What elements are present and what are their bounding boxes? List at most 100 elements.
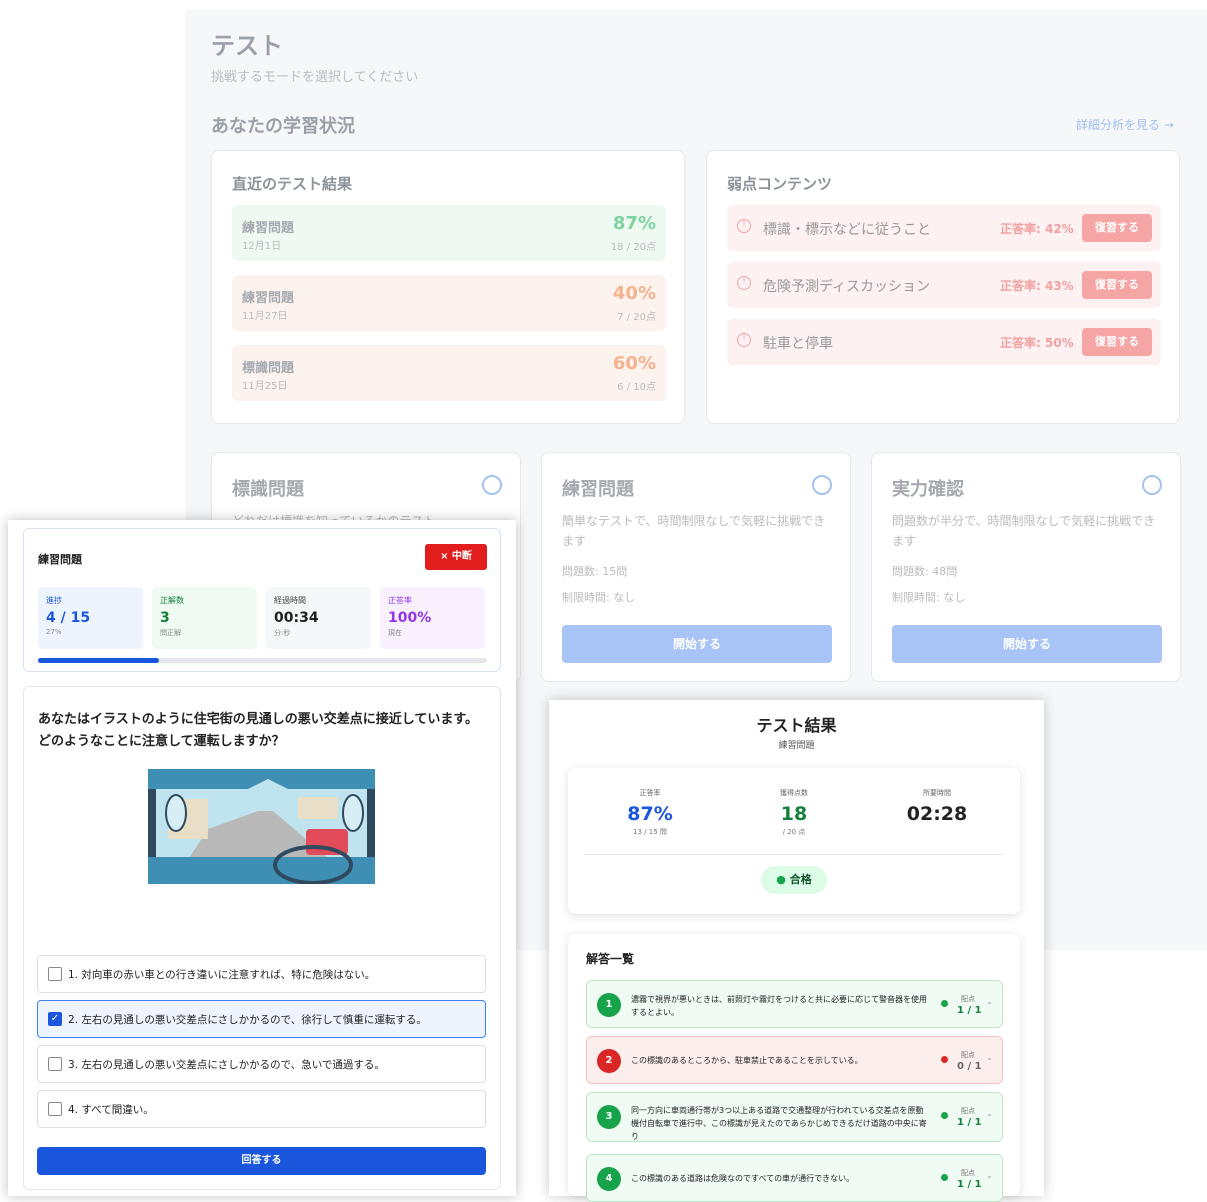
answer-item[interactable]: 3 同一方向に車両通行帯が3つ以上ある道路で交通整理が行われている交差点を原動機… [586,1092,1003,1142]
answer-text: この標識のある道路は危険なのですべての車が通行できない。 [631,1174,855,1183]
correct-stat: 正解数 3 問正解 [152,587,257,649]
chevron-down-icon[interactable]: ⌄ [986,997,993,1006]
answer-item[interactable]: 1 濃霧で視界が悪いときは、前照灯や霧灯をつけると共に必要に応じて警音器を使用す… [586,980,1003,1028]
answer-item[interactable]: 2 この標識のあるところから、駐車禁止であることを示している。 配点 0 / 1… [586,1036,1003,1084]
question-count: 問題数: 48問 [892,565,958,578]
start-button[interactable]: 開始する [562,625,832,663]
page-title: テスト [211,32,283,60]
stat-value: 87% [627,803,673,825]
pass-badge: ● 合格 [761,866,827,894]
choice-option[interactable]: 3. 左右の見通しの悪い交差点にさしかかるので、急いで通過する。 [37,1045,486,1083]
abort-button[interactable]: × 中断 [425,544,487,570]
recent-results-card: 直近のテスト結果 練習問題 12月1日 87% 18 / 20点 練習問題 11… [211,150,685,424]
answer-score: 1 / 1 [957,1179,982,1190]
checkbox-checked[interactable]: ✓ [48,1012,62,1026]
choice-label: 2. 左右の見通しの悪い交差点にさしかかるので、徐行して慎重に運転する。 [68,1014,427,1026]
alert-icon: ! [737,276,751,290]
weak-rate: 正答率: 43% [1000,279,1074,293]
stat-label: 正解数 [160,596,184,605]
question-text: あなたはイラストのように住宅街の見通しの悪い交差点に接近しています。どのようなこ… [38,712,479,749]
study-status-heading: あなたの学習状況 [211,116,355,137]
weak-item: ! 危険予測ディスカッション 正答率: 43% 復習する [727,262,1161,308]
answer-score: 1 / 1 [957,1117,982,1128]
choice-label: 1. 対向車の赤い車との行き違いに注意すれば、特に危険はない。 [68,969,376,981]
clock-icon [482,475,502,495]
stat-value: 02:28 [906,803,968,825]
result-date: 11月25日 [242,381,288,392]
score-label: 配点 [961,995,975,1003]
stat-label: 正答率 [639,789,661,797]
start-button[interactable]: 開始する [892,625,1162,663]
choice-label: 4. すべて間違い。 [68,1104,154,1116]
stat-label: 正答率 [388,596,412,605]
result-date: 11月27日 [242,311,288,322]
score-label: 配点 [961,1107,975,1115]
answer-number: 2 [597,1049,621,1073]
stat-sub: 現在 [388,629,402,637]
question-card: あなたはイラストのように住宅街の見通しの悪い交差点に接近しています。どのようなこ… [23,686,501,1190]
page-subtitle: 挑戦するモードを選択してください [211,70,419,85]
choice-option[interactable]: 4. すべて間違い。 [37,1090,486,1128]
weak-title: 危険予測ディスカッション [763,279,931,295]
time-limit: 制限時間: なし [562,591,636,604]
review-button[interactable]: 復習する [1082,328,1152,356]
result-title: 練習問題 [242,291,295,306]
stat-value: 4 / 15 [46,610,91,626]
quiz-title: 練習問題 [38,553,82,566]
progress-fill [38,658,160,663]
answer-number: 4 [597,1167,621,1191]
alert-icon: ! [737,333,751,347]
graduation-cap-icon [812,475,832,495]
stat-label: 経過時間 [274,596,306,605]
question-illustration [148,769,375,884]
choice-option[interactable]: 1. 対向車の赤い車との行き違いに注意すれば、特に危険はない。 [37,955,486,993]
points-result: 獲得点数 18 / 20 点 [724,788,864,837]
result-title: テスト結果 [756,716,837,735]
stat-sub: 分:秒 [274,629,291,637]
question-count: 問題数: 15問 [562,565,628,578]
detail-analysis-link[interactable]: 詳細分析を見る → [1076,116,1174,133]
answer-number: 1 [597,993,621,1017]
accuracy-result: 正答率 87% 13 / 15 問 [580,788,720,837]
result-subtitle: 練習問題 [778,741,815,751]
answer-text: 濃霧で視界が悪いときは、前照灯や霧灯をつけると共に必要に応じて警音器を使用すると… [631,995,927,1017]
recent-result-row[interactable]: 練習問題 11月27日 40% 7 / 20点 [232,275,666,331]
pass-label: 合格 [789,873,812,886]
submit-answer-button[interactable]: 回答する [37,1147,486,1175]
stat-sub: 13 / 15 問 [633,828,667,836]
chevron-down-icon[interactable]: ⌄ [986,1171,993,1180]
choice-option[interactable]: ✓ 2. 左右の見通しの悪い交差点にさしかかるので、徐行して慎重に運転する。 [37,1000,486,1038]
stat-value: 100% [388,610,432,626]
stat-label: 進捗 [46,596,62,605]
stat-sub: / 20 点 [782,828,806,836]
mode-card-practice[interactable]: 練習問題 簡単なテストで、時間制限なしで気軽に挑戦できます 問題数: 15問 制… [541,452,851,682]
stat-value: 00:34 [274,610,319,626]
answer-item[interactable]: 4 この標識のある道路は危険なのですべての車が通行できない。 配点 1 / 1 … [586,1154,1003,1202]
checkbox[interactable] [48,967,62,981]
weak-item: ! 標識・標示などに従うこと 正答率: 42% 復習する [727,205,1161,251]
stat-label: 獲得点数 [780,789,808,797]
divider [584,854,1004,855]
chevron-down-icon[interactable]: ⌄ [986,1053,993,1062]
review-button[interactable]: 復習する [1082,271,1152,299]
progress-stat: 進捗 4 / 15 27% [38,587,143,649]
checkbox[interactable] [48,1057,62,1071]
mode-card-skill[interactable]: 実力確認 問題数が半分で、時間制限なしで気軽に挑戦できます 問題数: 48問 制… [871,452,1181,682]
x-icon [941,1056,948,1063]
review-button[interactable]: 復習する [1082,214,1152,242]
recent-result-row[interactable]: 練習問題 12月1日 87% 18 / 20点 [232,205,666,261]
check-circle-icon: ● [776,873,786,886]
quiz-panel: 練習問題 × 中断 進捗 4 / 15 27% 正解数 3 問正解 経過時間 0… [8,520,516,1196]
recent-result-row[interactable]: 標識問題 11月25日 60% 6 / 10点 [232,345,666,401]
result-title: 練習問題 [242,221,295,236]
chevron-down-icon[interactable]: ⌄ [986,1109,993,1118]
time-result: 所要時間 02:28 [867,788,1007,825]
stat-value: 18 [780,803,808,825]
mode-desc: 簡単なテストで、時間制限なしで気軽に挑戦できます [562,514,826,548]
accuracy-stat: 正答率 100% 現在 [380,587,485,649]
answer-score: 1 / 1 [957,1005,982,1016]
quiz-header-card: 練習問題 × 中断 進捗 4 / 15 27% 正解数 3 問正解 経過時間 0… [23,528,501,672]
check-icon [941,1000,948,1007]
result-percent: 40% [612,283,656,304]
checkbox[interactable] [48,1102,62,1116]
